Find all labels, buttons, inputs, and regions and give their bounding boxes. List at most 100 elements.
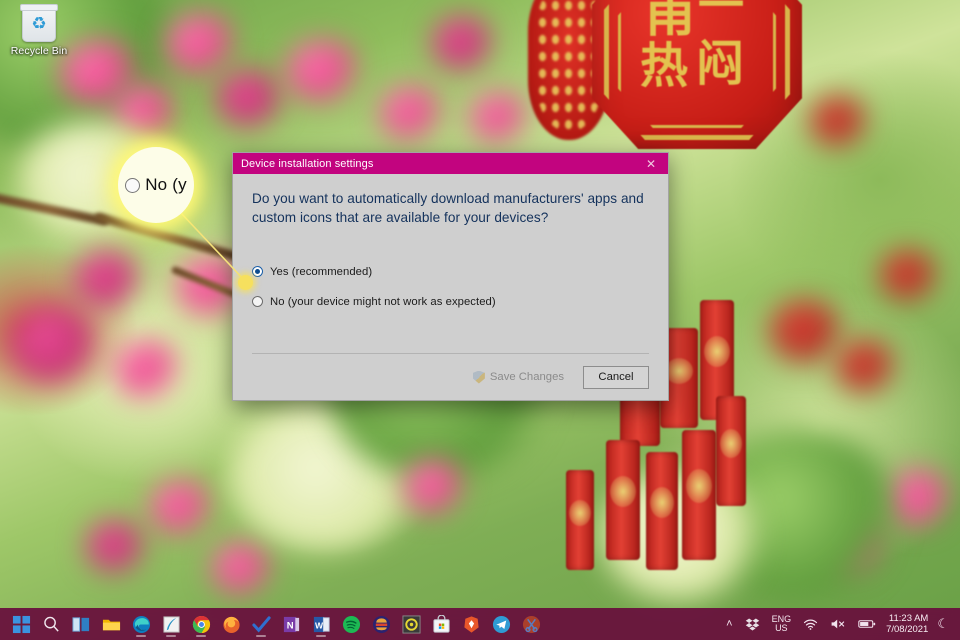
language-line-2: US	[772, 624, 792, 633]
onenote-icon: N	[282, 615, 301, 634]
taskbar-notepad-quill[interactable]	[156, 609, 186, 639]
dialog-body: Do you want to automatically download ma…	[233, 174, 668, 400]
wallpaper-blossom-blob	[470, 92, 528, 142]
tray-clock-button[interactable]: 11:23 AM 7/08/2021	[882, 609, 934, 639]
windows-start-icon	[12, 615, 31, 634]
wifi-icon	[803, 618, 818, 631]
tray-volume[interactable]	[824, 609, 852, 639]
lantern-glyph: 一	[698, 0, 744, 28]
lantern-glyph: 甫	[644, 0, 696, 40]
tray-show-hidden-icons[interactable]: ˄	[720, 609, 738, 639]
taskbar-burger-app[interactable]	[366, 609, 396, 639]
language-block: ENG US	[772, 615, 792, 634]
radio-option-yes[interactable]: Yes (recommended)	[252, 266, 650, 278]
wallpaper-blossom-blob	[74, 250, 140, 308]
clock-date: 7/08/2021	[886, 624, 928, 635]
wallpaper-blossom-blob	[166, 14, 236, 74]
cancel-label: Cancel	[598, 371, 633, 383]
clock-time: 11:23 AM	[886, 613, 928, 624]
close-icon[interactable]: ✕	[634, 153, 668, 174]
wallpaper-blossom-blob	[114, 340, 180, 398]
wallpaper-blossom-blob	[880, 250, 936, 300]
magnifier-callout: No (y	[118, 147, 194, 223]
radio-no-icon[interactable]	[252, 296, 263, 307]
folder-icon	[102, 615, 121, 634]
radio-no-label: No (your device might not work as expect…	[270, 296, 496, 308]
word-icon: W	[312, 615, 331, 634]
dropbox-icon	[745, 617, 760, 632]
clock-block: 11:23 AM 7/08/2021	[882, 613, 934, 636]
taskbar-snipping-tool[interactable]	[516, 609, 546, 639]
spotify-icon	[342, 615, 361, 634]
dialog-titlebar[interactable]: Device installation settings ✕	[233, 153, 668, 174]
cancel-button[interactable]: Cancel	[583, 366, 649, 389]
dialog-title: Device installation settings	[241, 158, 373, 170]
taskbar-running-indicator	[316, 635, 326, 637]
lantern-glyph: 热	[640, 42, 688, 90]
wallpaper-blossom-blob	[10, 306, 96, 382]
taskbar-running-indicator	[166, 635, 176, 637]
radio-yes-icon[interactable]	[252, 266, 263, 277]
microsoft-store-icon	[432, 615, 451, 634]
tray-network[interactable]	[797, 609, 824, 639]
taskbar-running-indicator	[196, 635, 206, 637]
search-icon	[42, 615, 61, 634]
recycle-bin-label: Recycle Bin	[6, 45, 72, 57]
taskbar-spotify[interactable]	[336, 609, 366, 639]
volume-muted-icon	[830, 617, 846, 631]
taskbar-brave-browser[interactable]	[456, 609, 486, 639]
taskbar-file-explorer[interactable]	[96, 609, 126, 639]
wallpaper-blossom-blob	[216, 70, 282, 126]
dark-yellow-app-icon	[402, 615, 421, 634]
taskbar-search-button[interactable]	[36, 609, 66, 639]
taskbar-mozilla-firefox[interactable]	[216, 609, 246, 639]
wallpaper-blossom-blob	[86, 520, 144, 572]
dialog-question-text: Do you want to automatically download ma…	[252, 190, 650, 228]
scissors-icon	[522, 615, 541, 634]
taskbar-running-indicator	[136, 635, 146, 637]
wallpaper-blossom-blob	[150, 480, 212, 534]
battery-icon	[858, 618, 876, 630]
device-installation-settings-dialog[interactable]: Device installation settings ✕ Do you wa…	[232, 152, 669, 401]
wallpaper-firecracker	[716, 396, 746, 506]
task-view-icon	[72, 615, 91, 634]
uac-shield-icon	[473, 371, 485, 384]
desktop-icon-recycle-bin[interactable]: ♻ Recycle Bin	[6, 4, 72, 57]
taskbar-microsoft-onenote[interactable]: N	[276, 609, 306, 639]
brave-icon	[462, 615, 481, 634]
dialog-footer: Save Changes Cancel	[233, 354, 668, 400]
taskbar-dark-yellow-app[interactable]	[396, 609, 426, 639]
wallpaper-blossom-blob	[212, 542, 272, 594]
wallpaper-firecracker	[682, 430, 716, 560]
magnified-radio-icon	[125, 178, 140, 193]
taskbar-microsoft-word[interactable]: W	[306, 609, 336, 639]
save-changes-button[interactable]: Save Changes	[464, 366, 573, 388]
telegram-icon	[492, 615, 511, 634]
magnified-radio-text: No (y	[145, 175, 187, 195]
notepad-quill-icon	[162, 615, 181, 634]
checkmark-icon	[252, 615, 271, 634]
taskbar-start-button[interactable]	[6, 609, 36, 639]
wallpaper-blossom-blob	[380, 86, 442, 140]
tray-battery[interactable]	[852, 609, 882, 639]
lantern-glyph: 闷	[696, 40, 744, 88]
taskbar-todoist[interactable]	[246, 609, 276, 639]
save-changes-label: Save Changes	[490, 371, 564, 383]
taskbar-running-indicator	[256, 635, 266, 637]
tray-dropbox[interactable]	[739, 609, 766, 639]
tray-language-indicator[interactable]: ENG US	[766, 609, 798, 639]
radio-option-no[interactable]: No (your device might not work as expect…	[252, 296, 650, 308]
taskbar-telegram[interactable]	[486, 609, 516, 639]
taskbar-task-view-button[interactable]	[66, 609, 96, 639]
recycle-symbol-icon: ♻	[23, 15, 55, 32]
taskbar-microsoft-store[interactable]	[426, 609, 456, 639]
wallpaper-blossom-blob	[836, 340, 894, 392]
tray-notifications-button[interactable]: ☾	[934, 609, 956, 639]
taskbar-google-chrome[interactable]	[186, 609, 216, 639]
taskbar[interactable]: N W	[0, 608, 960, 640]
taskbar-microsoft-edge[interactable]	[126, 609, 156, 639]
system-tray: ˄ ENG US	[720, 609, 960, 639]
recycle-bin-icon: ♻	[22, 6, 56, 42]
wallpaper-firecracker	[606, 440, 640, 560]
burger-app-icon	[372, 615, 391, 634]
